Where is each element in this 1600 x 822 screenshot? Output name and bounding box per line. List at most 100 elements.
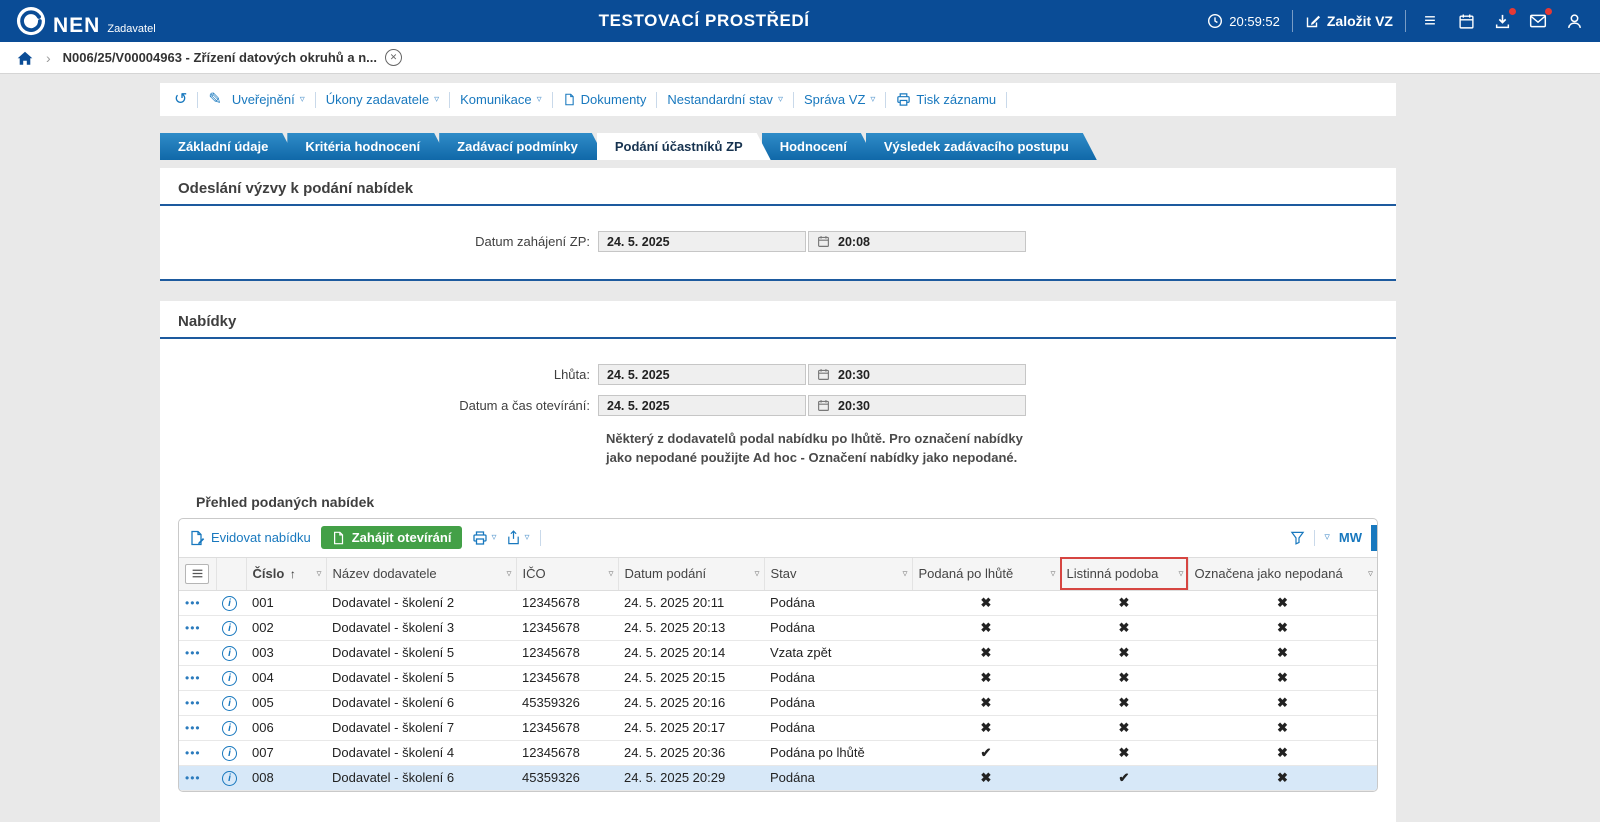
cell-cislo: 007 [246, 740, 326, 765]
info-icon[interactable]: i [222, 696, 237, 711]
otevirani-time-input[interactable]: 20:30 [808, 395, 1026, 416]
menu-button[interactable]: ≡ [1418, 9, 1442, 33]
tab-zakladni-udaje[interactable]: Základní údaje [160, 133, 296, 160]
row-menu-icon[interactable]: ••• [185, 746, 201, 760]
zahajit-otevirani-button[interactable]: Zahájit otevírání [321, 526, 463, 549]
menu-ukony-zadavatele[interactable]: Úkony zadavatele▿ [326, 92, 439, 107]
cell-row-menu: ••• [179, 590, 216, 615]
nen-logo[interactable]: NEN Zadavatel [16, 6, 201, 36]
table-row[interactable]: ••• i 002 Dodavatel - školení 3 12345678… [179, 615, 1377, 640]
info-icon[interactable]: i [222, 721, 237, 736]
calendar-button[interactable] [1454, 9, 1478, 33]
table-row[interactable]: ••• i 005 Dodavatel - školení 6 45359326… [179, 690, 1377, 715]
toolbar-separator [656, 92, 657, 108]
cell-cislo: 008 [246, 765, 326, 790]
column-nazev-dodavatele[interactable]: Název dodavatele ▿ [326, 557, 516, 590]
column-podana-po-lhute[interactable]: Podaná po lhůtě ▿ [912, 557, 1060, 590]
lhuta-time-input[interactable]: 20:30 [808, 364, 1026, 385]
tab-podani-ucastniku-zp[interactable]: Podání účastníků ZP [597, 133, 771, 160]
row-menu-icon[interactable]: ••• [185, 696, 201, 710]
sort-asc-icon[interactable]: ↑ [290, 567, 296, 581]
cell-stav: Podána [764, 715, 912, 740]
info-icon[interactable]: i [222, 646, 237, 661]
tab-zadavaci-podminky[interactable]: Zadávací podmínky [439, 133, 606, 160]
cell-row-info: i [216, 640, 246, 665]
undo-icon[interactable]: ↺ [174, 92, 187, 108]
cell-stav: Podána [764, 765, 912, 790]
cell-oznacena-jako-nepodana-mark: ✖ [1188, 765, 1377, 790]
document-icon [563, 92, 576, 107]
table-row[interactable]: ••• i 001 Dodavatel - školení 2 12345678… [179, 590, 1377, 615]
info-icon[interactable]: i [222, 596, 237, 611]
filter-caret-icon[interactable]: ▿ [506, 568, 511, 579]
create-vz-button[interactable]: Založit VZ [1305, 13, 1393, 29]
row-menu-icon[interactable]: ••• [185, 646, 201, 660]
table-row[interactable]: ••• i 006 Dodavatel - školení 7 12345678… [179, 715, 1377, 740]
export-table-button[interactable]: ▿ [506, 530, 529, 545]
menu-nestandardni-stav[interactable]: Nestandardní stav▿ [667, 92, 783, 107]
edit-record-icon[interactable]: ✎ [208, 92, 221, 108]
mw-view-button[interactable]: MW [1339, 530, 1362, 545]
column-cislo[interactable]: Číslo ↑ ▿ [246, 557, 326, 590]
cell-listinna-podoba-mark: ✖ [1060, 665, 1188, 690]
column-listinna-podoba[interactable]: Listinná podoba ▿ [1060, 557, 1188, 590]
toolbar-separator [197, 92, 198, 108]
tab-kriteria-hodnoceni[interactable]: Kritéria hodnocení [287, 133, 448, 160]
view-options-chevron-icon[interactable]: ▿ [1324, 532, 1330, 543]
table-row[interactable]: ••• i 008 Dodavatel - školení 6 45359326… [179, 765, 1377, 790]
messages-button[interactable] [1526, 9, 1550, 33]
menu-dokumenty[interactable]: Dokumenty [563, 92, 647, 107]
downloads-button[interactable] [1490, 9, 1514, 33]
breadcrumb-item[interactable]: N006/25/V00004963 - Zřízení datových okr… [63, 49, 402, 66]
cell-podana-po-lhute-mark: ✖ [912, 715, 1060, 740]
table-row[interactable]: ••• i 004 Dodavatel - školení 5 12345678… [179, 665, 1377, 690]
evidovat-nabidku-button[interactable]: Evidovat nabídku [189, 530, 311, 546]
column-stav[interactable]: Stav ▿ [764, 557, 912, 590]
tab-hodnoceni[interactable]: Hodnocení [762, 133, 875, 160]
column-oznacena-jako-nepodana[interactable]: Označena jako nepodaná ▿ [1188, 557, 1377, 590]
info-icon[interactable]: i [222, 746, 237, 761]
tab-vysledek-zadavaciho-postupu[interactable]: Výsledek zadávacího postupu [866, 133, 1097, 160]
breadcrumb-item-label: N006/25/V00004963 - Zřízení datových okr… [63, 50, 377, 65]
filter-caret-icon[interactable]: ▿ [608, 568, 613, 579]
lhuta-date-input[interactable]: 24. 5. 2025 [598, 364, 806, 385]
filter-caret-icon[interactable]: ▿ [1050, 568, 1055, 579]
row-menu-icon[interactable]: ••• [185, 671, 201, 685]
cell-stav: Vzata zpět [764, 640, 912, 665]
otevirani-date-input[interactable]: 24. 5. 2025 [598, 395, 806, 416]
datum-zahajeni-date-input[interactable]: 24. 5. 2025 [598, 231, 806, 252]
print-table-button[interactable]: ▿ [472, 530, 496, 546]
column-datum-podani[interactable]: Datum podání ▿ [618, 557, 764, 590]
menu-komunikace[interactable]: Komunikace▿ [460, 92, 542, 107]
row-menu-icon[interactable]: ••• [185, 771, 201, 785]
row-menu-icon[interactable]: ••• [185, 621, 201, 635]
info-icon[interactable]: i [222, 621, 237, 636]
home-button[interactable] [16, 49, 34, 67]
filter-caret-icon[interactable]: ▿ [316, 568, 321, 579]
row-menu-icon[interactable]: ••• [185, 721, 201, 735]
info-icon[interactable]: i [222, 771, 237, 786]
table-row[interactable]: ••• i 003 Dodavatel - školení 5 12345678… [179, 640, 1377, 665]
filter-button[interactable] [1290, 530, 1305, 545]
profile-button[interactable] [1562, 9, 1586, 33]
cell-ico: 12345678 [516, 665, 618, 690]
filter-caret-icon[interactable]: ▿ [1178, 568, 1183, 579]
filter-caret-icon[interactable]: ▿ [1368, 568, 1373, 579]
table-row[interactable]: ••• i 007 Dodavatel - školení 4 12345678… [179, 740, 1377, 765]
cell-ico: 12345678 [516, 590, 618, 615]
menu-tisk-zaznamu[interactable]: Tisk záznamu [896, 92, 996, 107]
cell-datum-podani: 24. 5. 2025 20:17 [618, 715, 764, 740]
menu-sprava-vz[interactable]: Správa VZ▿ [804, 92, 875, 107]
column-ico[interactable]: IČO ▿ [516, 557, 618, 590]
filter-caret-icon[interactable]: ▿ [902, 568, 907, 579]
cell-datum-podani: 24. 5. 2025 20:15 [618, 665, 764, 690]
printer-icon [472, 530, 488, 546]
info-icon[interactable]: i [222, 671, 237, 686]
row-menu-icon[interactable]: ••• [185, 596, 201, 610]
datum-zahajeni-time-input[interactable]: 20:08 [808, 231, 1026, 252]
cell-row-info: i [216, 765, 246, 790]
menu-uverejneni[interactable]: Uveřejnění▿ [232, 92, 305, 107]
close-record-icon[interactable]: ✕ [385, 49, 402, 66]
filter-caret-icon[interactable]: ▿ [754, 568, 759, 579]
column-settings-button[interactable] [185, 564, 209, 584]
